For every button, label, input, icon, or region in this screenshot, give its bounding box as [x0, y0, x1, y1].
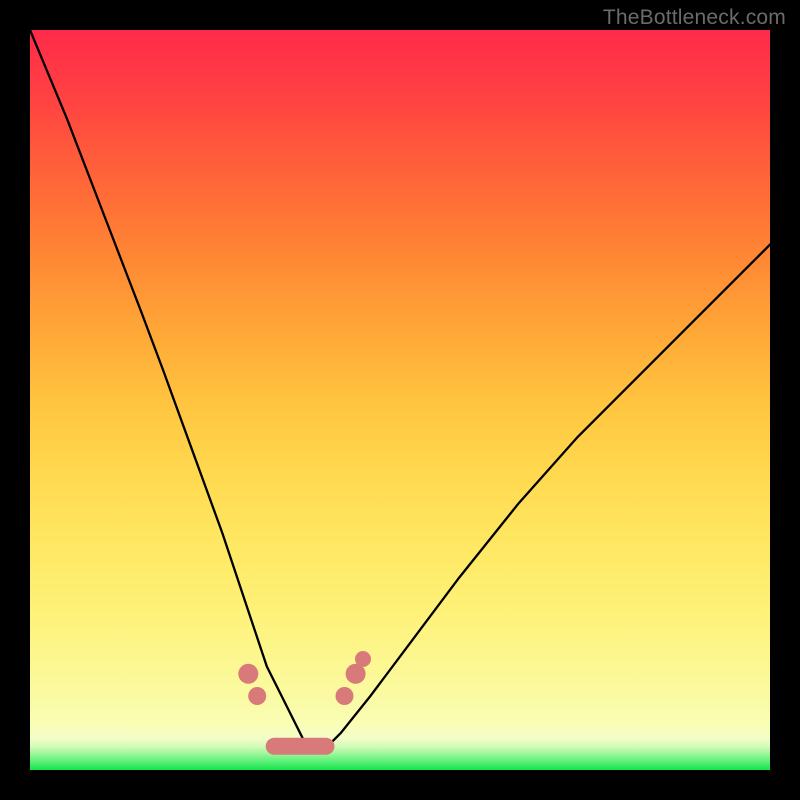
curve-marker: [336, 687, 354, 705]
image-frame: TheBottleneck.com: [0, 0, 800, 800]
curve-marker: [248, 687, 266, 705]
watermark-text: TheBottleneck.com: [603, 6, 786, 30]
plot-area: [30, 30, 770, 770]
curve-marker: [238, 664, 258, 684]
marker-group: [238, 651, 371, 705]
chart-svg: [30, 30, 770, 770]
bottleneck-curve: [30, 30, 770, 748]
curve-marker: [355, 651, 371, 667]
